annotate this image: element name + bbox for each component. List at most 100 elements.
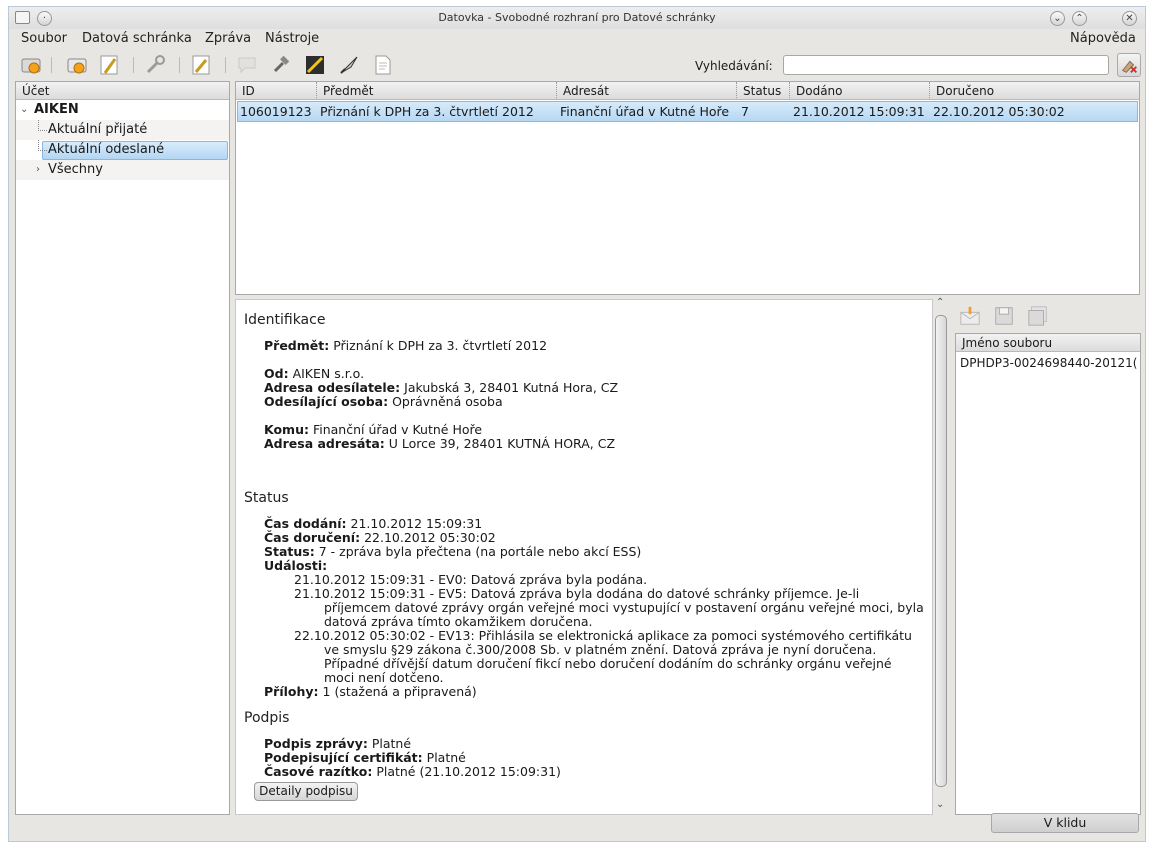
acceptance-time-label: Čas doručení: bbox=[264, 530, 361, 545]
search-label: Vyhledávání: bbox=[695, 59, 773, 73]
timestamp-line: Časové razítko: Platné (21.10.2012 15:09… bbox=[264, 764, 561, 779]
account-subitem[interactable]: Aktuální přijaté bbox=[16, 120, 229, 140]
sync-account-button[interactable] bbox=[65, 53, 89, 77]
certificate-label: Podepisující certifikát: bbox=[264, 750, 423, 765]
from-label: Od: bbox=[264, 366, 289, 381]
cell-accepted: 22.10.2012 05:30:02 bbox=[933, 104, 1065, 119]
status-indicator: V klidu bbox=[991, 813, 1139, 833]
attachments-line: Přílohy: 1 (stažená a připravená) bbox=[264, 684, 477, 699]
signature-button[interactable] bbox=[303, 53, 327, 77]
column-accepted[interactable]: Doručeno bbox=[929, 82, 1139, 100]
attachments-value: 1 (stažená a připravená) bbox=[322, 684, 477, 699]
from-line: Od: AIKEN s.r.o. bbox=[264, 366, 364, 381]
recipient-address-label: Adresa adresáta: bbox=[264, 436, 385, 451]
document-icon bbox=[375, 55, 391, 75]
account-tree-header[interactable]: Účet bbox=[16, 82, 229, 100]
speech-bubble-icon bbox=[238, 57, 256, 74]
message-detail: Identifikace Předmět: Přiznání k DPH za … bbox=[235, 299, 933, 815]
sender-address-label: Adresa odesílatele: bbox=[264, 380, 401, 395]
sync-all-button[interactable] bbox=[19, 53, 43, 77]
account-subitem[interactable]: › Všechny bbox=[16, 160, 229, 180]
account-item[interactable]: ⌄ AIKEN bbox=[16, 100, 229, 120]
status-label: Status: bbox=[264, 544, 315, 559]
open-attachment-button[interactable] bbox=[959, 305, 981, 327]
account-subitem-label: Všechny bbox=[48, 162, 103, 177]
create-message-button[interactable] bbox=[97, 53, 121, 77]
events-label: Události: bbox=[264, 558, 328, 573]
export-button[interactable] bbox=[371, 53, 395, 77]
certificate-value: Platné bbox=[426, 750, 466, 765]
to-line: Komu: Finanční úřad v Kutné Hoře bbox=[264, 422, 482, 437]
acceptance-time-value: 22.10.2012 05:30:02 bbox=[364, 530, 496, 545]
tree-connector bbox=[38, 120, 47, 131]
sender-address-value: Jakubská 3, 28401 Kutná Hora, CZ bbox=[404, 380, 619, 395]
account-subitem-label: Aktuální odeslané bbox=[48, 142, 165, 157]
sender-person-label: Odesílající osoba: bbox=[264, 394, 389, 409]
collapse-arrow-icon[interactable]: ⌄ bbox=[20, 100, 28, 120]
expand-arrow-icon[interactable]: › bbox=[36, 160, 40, 180]
account-subitem-selected[interactable]: Aktuální odeslané bbox=[16, 140, 229, 160]
cell-id: 106019123 bbox=[240, 104, 312, 119]
scroll-down-icon[interactable]: ⌄ bbox=[936, 799, 944, 810]
edit-icon bbox=[192, 55, 210, 75]
app-window: · Datovka - Svobodné rozhraní pro Datové… bbox=[8, 6, 1146, 842]
menu-datova-schranka[interactable]: Datová schránka bbox=[82, 31, 192, 46]
verify-button[interactable] bbox=[269, 53, 293, 77]
close-button[interactable]: ✕ bbox=[1122, 11, 1137, 26]
status-value: 7 - zpráva byla přečtena (na portále neb… bbox=[318, 544, 642, 559]
clear-search-button[interactable] bbox=[1117, 53, 1141, 77]
title-bar: · Datovka - Svobodné rozhraní pro Datové… bbox=[9, 7, 1145, 29]
toolbar-separator bbox=[225, 57, 226, 73]
column-recipient[interactable]: Adresát bbox=[556, 82, 736, 100]
cell-recipient: Finanční úřad v Kutné Hoře bbox=[560, 104, 730, 119]
send-button[interactable] bbox=[337, 53, 361, 77]
toolbar-separator bbox=[179, 57, 180, 73]
subject-line: Předmět: Přiznání k DPH za 3. čtvrtletí … bbox=[264, 338, 547, 353]
filename-column-header[interactable]: Jméno souboru bbox=[956, 334, 1140, 352]
menu-nastroje[interactable]: Nástroje bbox=[265, 31, 319, 46]
save-all-attachments-button[interactable] bbox=[1027, 305, 1049, 327]
toolbar-separator bbox=[51, 57, 52, 73]
maximize-button[interactable]: ⌃ bbox=[1072, 11, 1087, 26]
comment-button bbox=[235, 53, 259, 77]
timestamp-label: Časové razítko: bbox=[264, 764, 373, 779]
column-subject[interactable]: Předmět bbox=[316, 82, 556, 100]
attachment-item[interactable]: DPHDP3-0024698440-20121( bbox=[960, 356, 1137, 370]
identification-heading: Identifikace bbox=[244, 312, 326, 328]
create-message-icon bbox=[100, 55, 118, 75]
sender-person-value: Oprávněná osoba bbox=[392, 394, 503, 409]
menu-bar: Soubor Datová schránka Zpráva Nástroje N… bbox=[9, 29, 1145, 49]
scrollbar-handle[interactable] bbox=[935, 315, 947, 787]
signature-details-button[interactable]: Detaily podpisu bbox=[254, 782, 358, 801]
clear-icon bbox=[1121, 60, 1137, 73]
menu-soubor[interactable]: Soubor bbox=[21, 31, 67, 46]
event-line: datová zpráva tímto okamžikem doručena. bbox=[324, 614, 593, 629]
event-line: Případné dřívější datum doručení fikcí n… bbox=[324, 656, 892, 671]
cell-status: 7 bbox=[741, 104, 749, 119]
message-signature-value: Platné bbox=[371, 736, 412, 751]
toolbar-separator bbox=[133, 57, 134, 73]
event-line: ve smyslu §29 zákona č.300/2008 Sb. v pl… bbox=[324, 642, 877, 657]
column-status[interactable]: Status bbox=[736, 82, 789, 100]
save-all-icon bbox=[1028, 306, 1047, 326]
menu-zprava[interactable]: Zpráva bbox=[205, 31, 251, 46]
cell-delivered: 21.10.2012 15:09:31 bbox=[793, 104, 925, 119]
menu-napoveda[interactable]: Nápověda bbox=[1070, 31, 1136, 46]
cell-subject: Přiznání k DPH za 3. čtvrtletí 2012 bbox=[320, 104, 534, 119]
sync-account-icon bbox=[67, 58, 87, 74]
tree-connector bbox=[38, 140, 47, 151]
reply-button[interactable] bbox=[189, 53, 213, 77]
column-id[interactable]: ID bbox=[236, 82, 316, 100]
account-name: AIKEN bbox=[34, 102, 79, 117]
scroll-up-icon[interactable]: ⌃ bbox=[936, 297, 944, 308]
minimize-button[interactable]: ⌄ bbox=[1050, 11, 1065, 26]
event-line: 21.10.2012 15:09:31 - EV5: Datová zpráva… bbox=[294, 586, 860, 601]
events-line: Události: bbox=[264, 558, 327, 573]
column-delivered[interactable]: Dodáno bbox=[789, 82, 929, 100]
account-settings-button[interactable] bbox=[143, 53, 167, 77]
save-attachment-button[interactable] bbox=[993, 305, 1015, 327]
detail-scrollbar[interactable]: ⌃ ⌄ bbox=[933, 297, 949, 815]
toolbar: Vyhledávání: bbox=[9, 51, 1145, 79]
search-input[interactable] bbox=[783, 55, 1109, 75]
event-line: 22.10.2012 05:30:02 - EV13: Přihlásila s… bbox=[294, 628, 912, 643]
